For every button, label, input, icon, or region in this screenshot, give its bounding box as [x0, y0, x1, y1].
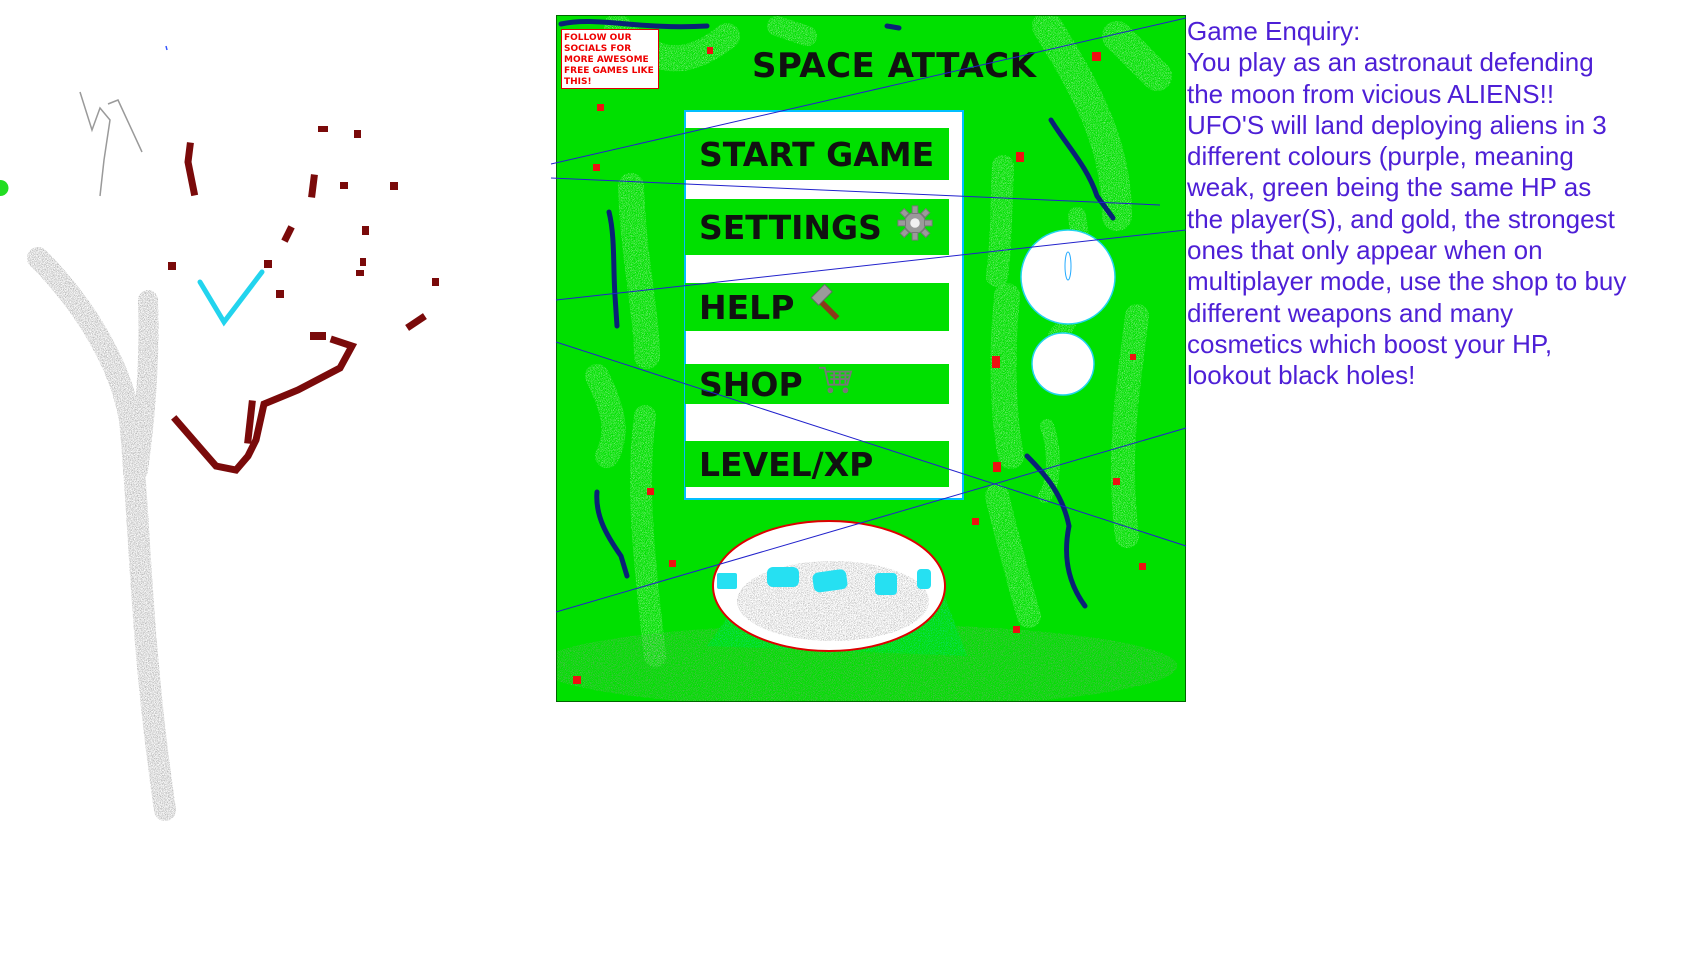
tiny-blue-mark	[165, 45, 168, 51]
game-title: SPACE ATTACK	[752, 46, 1037, 86]
cart-icon	[817, 364, 855, 404]
grey-scribble	[79, 91, 143, 197]
enquiry-title: Game Enquiry:	[1187, 16, 1361, 46]
hammer-icon	[808, 283, 846, 330]
cyan-checkmark	[197, 269, 265, 327]
game-window: FOLLOW OUR SOCIALS FOR MORE AWESOME FREE…	[556, 15, 1186, 702]
settings-button[interactable]: SETTINGS	[685, 199, 949, 255]
gear-icon	[896, 204, 934, 250]
shop-label: SHOP	[699, 364, 803, 404]
settings-label: SETTINGS	[699, 207, 882, 247]
shop-button[interactable]: SHOP	[685, 364, 949, 404]
help-label: HELP	[699, 287, 795, 327]
green-dot	[0, 180, 9, 196]
game-enquiry-text: Game Enquiry: You play as an astronaut d…	[1187, 16, 1627, 392]
socials-note: FOLLOW OUR SOCIALS FOR MORE AWESOME FREE…	[561, 29, 659, 89]
enquiry-body: You play as an astronaut defending the m…	[1187, 47, 1627, 391]
doodle-drawing	[0, 45, 439, 821]
white-moons	[1020, 229, 1116, 396]
level-xp-button[interactable]: LEVEL/XP	[685, 441, 949, 487]
tree-trunk	[27, 247, 176, 821]
start-game-label: START GAME	[699, 134, 935, 174]
start-game-button[interactable]: START GAME	[685, 128, 949, 180]
ufo	[712, 520, 946, 652]
maroon-dots	[168, 126, 439, 340]
help-button[interactable]: HELP	[685, 283, 949, 331]
level-xp-label: LEVEL/XP	[699, 444, 874, 484]
